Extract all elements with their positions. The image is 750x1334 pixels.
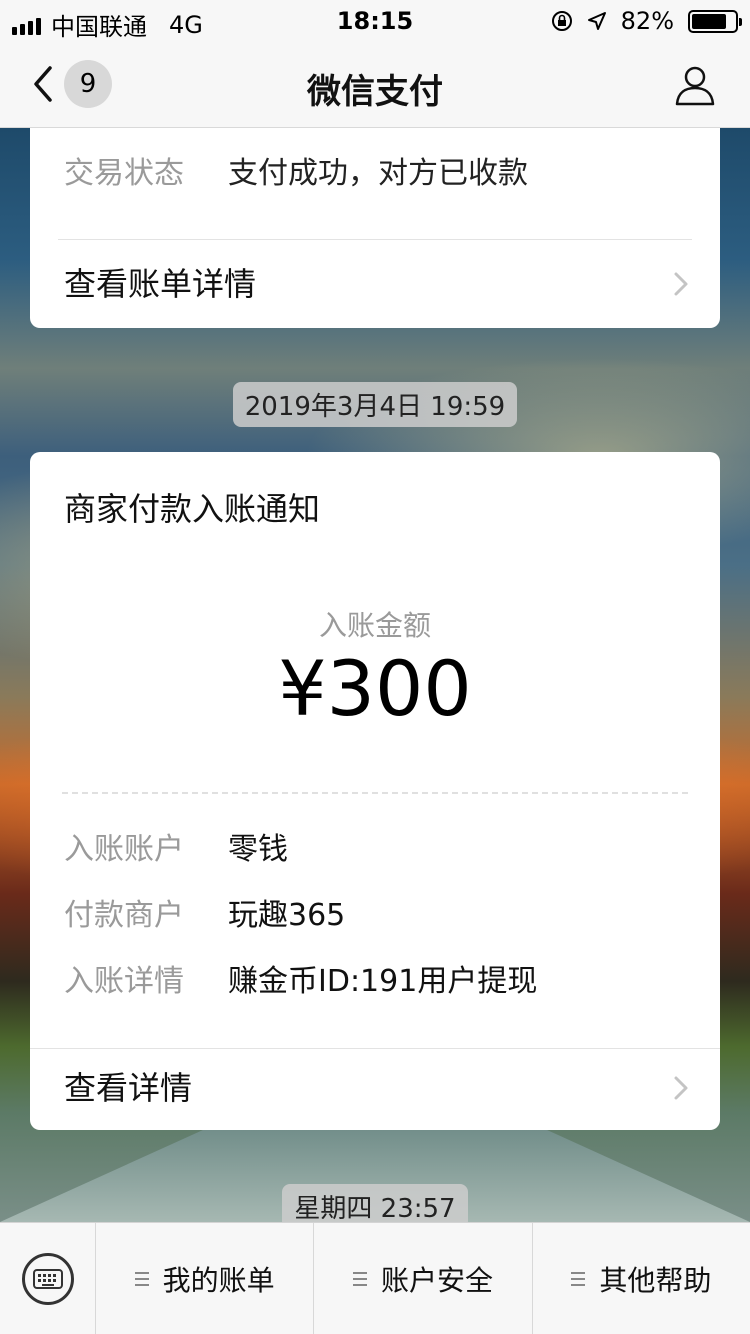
detail-key: 付款商户 xyxy=(64,898,184,933)
detail-key: 入账账户 xyxy=(64,832,184,867)
menu-label: 账户安全 xyxy=(380,1263,493,1297)
menu-icon xyxy=(134,1271,149,1286)
menu-icon xyxy=(352,1271,367,1286)
dashed-divider xyxy=(62,792,688,794)
transaction-status-label: 交易状态 xyxy=(64,156,184,191)
amount-value: ¥300 xyxy=(278,644,472,733)
chevron-right-icon xyxy=(674,1076,688,1100)
divider xyxy=(58,239,692,240)
view-details-link[interactable]: 查看详情 xyxy=(64,1048,690,1128)
transaction-status-row: 交易状态 支付成功，对方已收款 xyxy=(64,148,528,192)
detail-value: 零钱 xyxy=(228,832,288,867)
menu-icon xyxy=(571,1271,586,1286)
transaction-card: 交易状态 支付成功，对方已收款 查看账单详情 xyxy=(30,128,720,328)
bottom-menu-bar: 我的账单 账户安全 其他帮助 xyxy=(0,1222,750,1334)
lock-rotation-icon xyxy=(551,11,572,31)
card-title: 商家付款入账通知 xyxy=(64,490,321,528)
menu-my-bills[interactable]: 我的账单 xyxy=(96,1223,315,1334)
message-timestamp: 2019年3月4日 19:59 xyxy=(0,382,750,427)
chevron-right-icon xyxy=(674,272,688,296)
merchant-payment-card[interactable]: 商家付款入账通知 入账金额 ¥300 入账账户 零钱 付款商户 玩趣365 入账详情… xyxy=(30,452,720,1130)
amount-label: 入账金额 xyxy=(318,609,431,642)
view-bill-details-label: 查看账单详情 xyxy=(64,265,257,303)
status-bar: 中国联通 4G 18:15 82% xyxy=(0,0,750,41)
detail-row-account: 入账账户 零钱 xyxy=(64,824,288,868)
detail-row-merchant: 付款商户 玩趣365 xyxy=(64,890,345,934)
battery-percent: 82% xyxy=(620,7,674,35)
timestamp-label: 2019年3月4日 19:59 xyxy=(232,382,518,427)
keyboard-icon xyxy=(22,1253,74,1305)
view-bill-details-link[interactable]: 查看账单详情 xyxy=(64,244,690,324)
menu-label: 我的账单 xyxy=(162,1263,275,1297)
keyboard-toggle-button[interactable] xyxy=(0,1223,96,1334)
detail-value: 赚金币ID:191用户提现 xyxy=(228,964,538,999)
menu-account-security[interactable]: 账户安全 xyxy=(314,1223,533,1334)
menu-label: 其他帮助 xyxy=(599,1263,712,1297)
detail-key: 入账详情 xyxy=(64,964,184,999)
page-title: 微信支付 xyxy=(307,72,443,112)
user-icon[interactable] xyxy=(674,64,716,106)
navigation-bar: 9 微信支付 xyxy=(0,40,750,128)
transaction-status-value: 支付成功，对方已收款 xyxy=(228,156,528,191)
detail-row-info: 入账详情 赚金币ID:191用户提现 xyxy=(64,956,537,1000)
menu-other-help[interactable]: 其他帮助 xyxy=(533,1223,750,1334)
view-details-label: 查看详情 xyxy=(64,1069,193,1107)
detail-value: 玩趣365 xyxy=(228,898,346,933)
battery-icon xyxy=(688,9,742,33)
location-icon xyxy=(587,12,606,30)
